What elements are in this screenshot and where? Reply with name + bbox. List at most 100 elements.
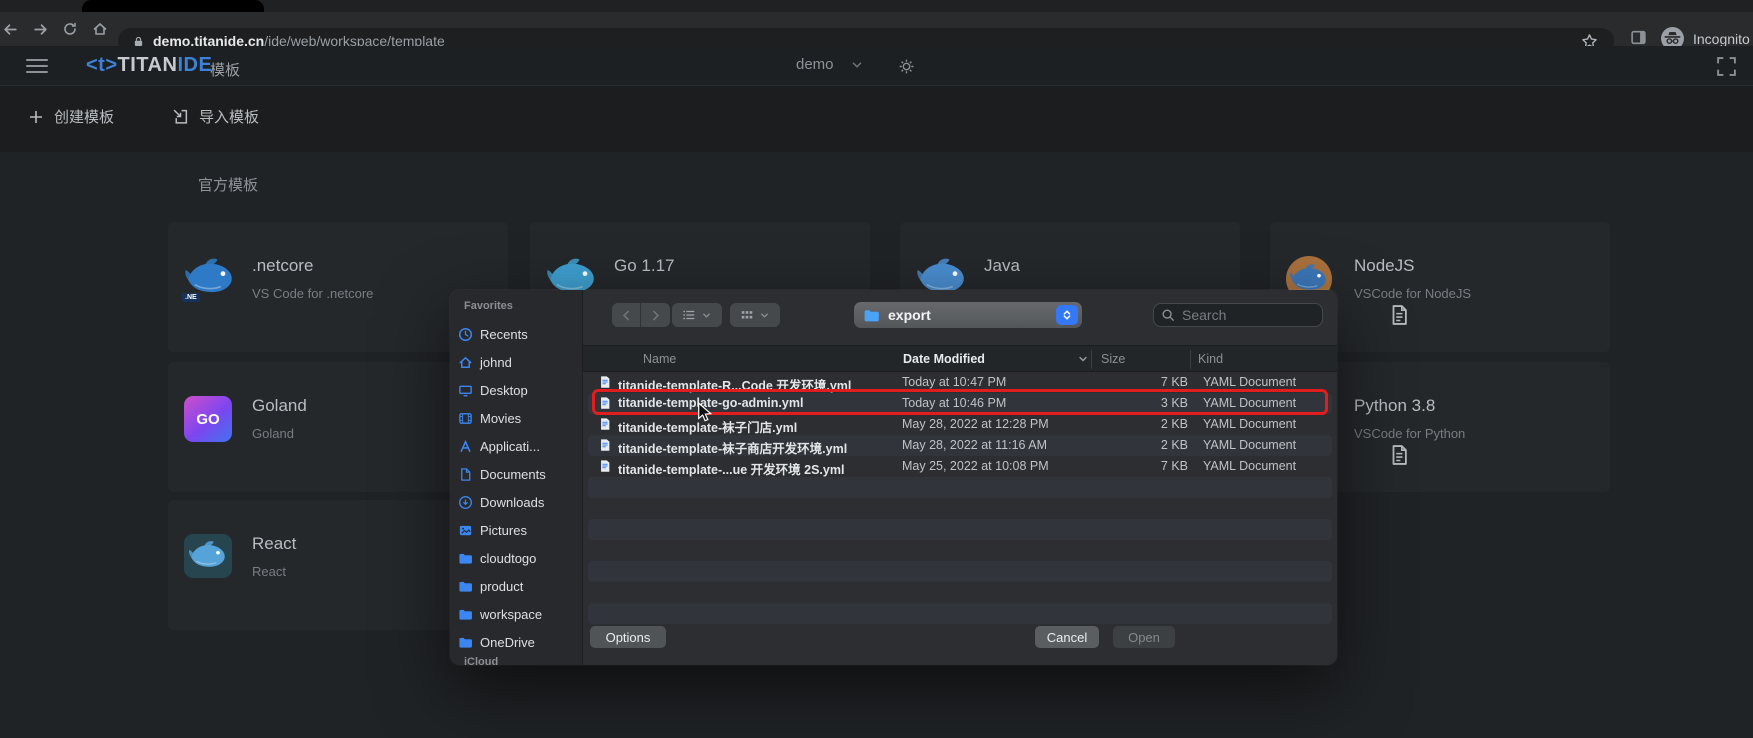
folder-icon: [863, 307, 880, 324]
search-input[interactable]: [1153, 303, 1323, 327]
browser-reload-button[interactable]: [56, 15, 84, 43]
import-template-button[interactable]: 导入模板: [172, 106, 259, 127]
column-name[interactable]: Name: [643, 352, 676, 366]
location-stepper: [1056, 305, 1078, 325]
yaml-file-icon: [598, 396, 612, 410]
file-list-header: Name Date Modified Size Kind: [583, 345, 1337, 372]
location-dropdown[interactable]: export: [854, 302, 1082, 328]
template-file-icon[interactable]: [1388, 304, 1410, 331]
goland-icon: GO: [184, 396, 238, 442]
sort-chevron-icon: [1077, 353, 1089, 365]
yaml-file-icon: [598, 417, 612, 431]
list-view-button[interactable]: [672, 303, 722, 327]
yaml-file-icon: [598, 375, 612, 389]
grid-view-icon: [740, 308, 754, 322]
file-row[interactable]: titanide-template-袜子商店开发环境.yml May 28, 2…: [588, 435, 1332, 456]
incognito-label: Incognito: [1693, 31, 1750, 47]
page-title: 模板: [210, 59, 240, 80]
yaml-file-icon: [598, 459, 612, 473]
card-title: Python 3.8: [1354, 396, 1435, 416]
sidebar-item-workspace[interactable]: workspace: [458, 602, 578, 626]
plus-icon: [28, 109, 44, 125]
menu-button[interactable]: [26, 59, 48, 73]
dialog-forward-button[interactable]: [641, 303, 670, 327]
file-list: titanide-template-R...Code 开发环境.yml Toda…: [583, 372, 1337, 624]
side-panel-button[interactable]: [1630, 29, 1647, 47]
sidebar-item-documents[interactable]: Documents: [458, 462, 578, 486]
empty-row: [588, 498, 1332, 519]
film-icon: [458, 411, 473, 426]
browser-back-button[interactable]: [0, 15, 24, 43]
sidebar-item-desktop[interactable]: Desktop: [458, 378, 578, 402]
card-title: Java: [984, 256, 1020, 276]
create-template-button[interactable]: 创建模板: [28, 106, 114, 127]
reload-icon: [62, 21, 78, 37]
browser-tab-strip: [0, 0, 1753, 12]
browser-home-button[interactable]: [86, 15, 114, 43]
template-file-icon[interactable]: [1388, 444, 1410, 471]
column-kind[interactable]: Kind: [1198, 352, 1223, 366]
sidebar-item-applications[interactable]: Applicati...: [458, 434, 578, 458]
file-row[interactable]: titanide-template-袜子门店.yml May 28, 2022 …: [588, 414, 1332, 435]
file-row[interactable]: titanide-template-R...Code 开发环境.yml Toda…: [588, 372, 1332, 393]
file-row-highlighted[interactable]: titanide-template-go-admin.yml Today at …: [588, 393, 1332, 414]
empty-row: [588, 582, 1332, 603]
search-icon: [1161, 308, 1175, 322]
column-size[interactable]: Size: [1101, 352, 1125, 366]
gear-icon: [898, 58, 915, 75]
file-row[interactable]: titanide-template-...ue 开发环境 2S.yml May …: [588, 456, 1332, 477]
create-template-label: 创建模板: [54, 106, 114, 127]
sidebar-item-johnd[interactable]: johnd: [458, 350, 578, 374]
sidebar-item-onedrive[interactable]: OneDrive: [458, 630, 578, 654]
fullscreen-button[interactable]: [1716, 56, 1737, 77]
browser-forward-button[interactable]: [26, 15, 54, 43]
card-subtitle: Goland: [252, 426, 294, 441]
clock-icon: [458, 327, 473, 342]
up-down-icon: [1061, 309, 1073, 321]
sidebar-item-product[interactable]: product: [458, 574, 578, 598]
chevron-right-icon: [649, 309, 662, 322]
card-title: Go 1.17: [614, 256, 675, 276]
dialog-search: [1153, 303, 1323, 327]
options-button[interactable]: Options: [590, 626, 666, 648]
browser-toolbar: demo.titanide.cn/ide/web/workspace/templ…: [0, 12, 1753, 46]
home-icon: [458, 355, 473, 370]
workspace-name: demo: [796, 56, 834, 73]
dialog-sidebar: Favorites Recents johnd Desktop Movies A…: [450, 290, 583, 665]
column-divider: [1190, 350, 1191, 369]
sidebar-section-icloud: iCloud: [464, 656, 498, 665]
browser-tab[interactable]: [82, 0, 264, 12]
chevron-down-icon: [701, 310, 712, 321]
grid-view-button[interactable]: [730, 303, 780, 327]
sidebar-item-movies[interactable]: Movies: [458, 406, 578, 430]
empty-row: [588, 561, 1332, 582]
card-subtitle: React: [252, 564, 286, 579]
settings-button[interactable]: [898, 58, 915, 76]
app-store-icon: [458, 439, 473, 454]
logo-ide: IDE: [177, 54, 212, 76]
react-icon: [184, 534, 238, 580]
card-title: Goland: [252, 396, 307, 416]
workspace-selector[interactable]: demo: [796, 56, 864, 73]
column-date-modified[interactable]: Date Modified: [903, 352, 985, 366]
chevron-left-icon: [620, 309, 633, 322]
dotnet-badge: .NE: [182, 293, 200, 302]
desktop-icon: [458, 383, 473, 398]
sidebar-item-pictures[interactable]: Pictures: [458, 518, 578, 542]
open-button[interactable]: Open: [1113, 626, 1175, 648]
cancel-button[interactable]: Cancel: [1035, 626, 1099, 648]
fullscreen-icon: [1716, 56, 1737, 77]
app-logo: <t>TITANIDE: [86, 54, 212, 77]
sidebar-section-favorites: Favorites: [464, 300, 513, 312]
dotnet-icon: .NE: [184, 256, 238, 302]
sidebar-item-recents[interactable]: Recents: [458, 322, 578, 346]
card-subtitle: VSCode for Python: [1354, 426, 1465, 441]
dialog-back-button[interactable]: [612, 303, 641, 327]
import-template-label: 导入模板: [199, 106, 259, 127]
back-icon: [2, 21, 19, 38]
location-label: export: [888, 307, 1056, 323]
sidebar-item-downloads[interactable]: Downloads: [458, 490, 578, 514]
sidebar-item-cloudtogo[interactable]: cloudtogo: [458, 546, 578, 570]
column-divider: [1091, 350, 1092, 369]
list-view-icon: [682, 308, 696, 322]
